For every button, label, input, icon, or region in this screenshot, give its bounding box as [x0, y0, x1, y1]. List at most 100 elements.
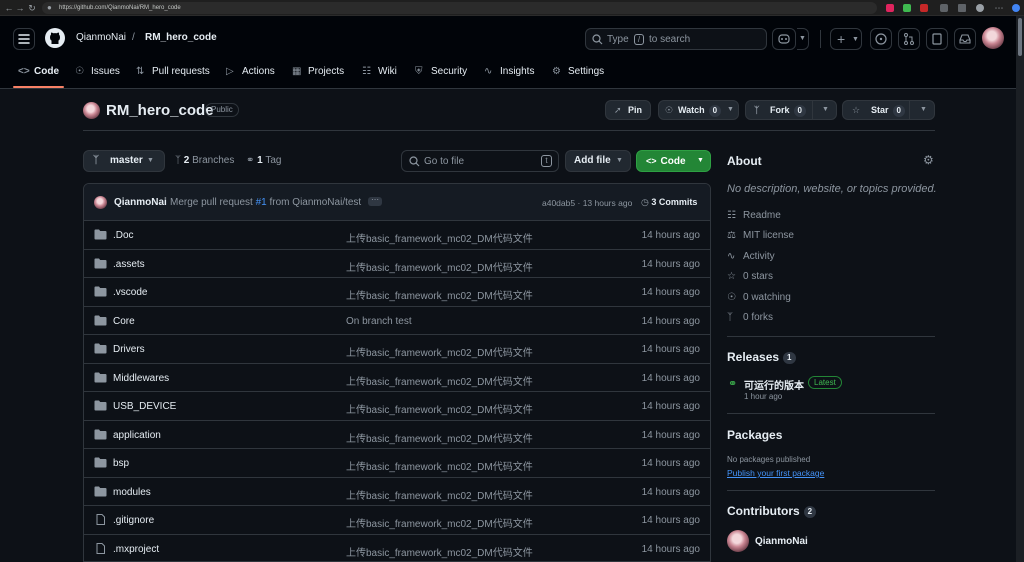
assistant-icon[interactable] [1012, 4, 1020, 12]
file-commit-message[interactable]: 上传basic_framework_mc02_DM代码文件 [346, 259, 533, 274]
copilot-dropdown[interactable]: ▼ [797, 28, 809, 50]
star-dropdown[interactable]: ▼ [909, 100, 935, 120]
release-name[interactable]: 可运行的版本 [744, 377, 804, 392]
watch-button[interactable]: ☉ Watch 0 ▼ [658, 100, 739, 120]
tab-settings[interactable]: ⚙ Settings [552, 65, 604, 79]
contributor-name[interactable]: QianmoNai [755, 536, 808, 547]
file-name[interactable]: Middlewares [113, 373, 169, 384]
reload-icon[interactable]: ↻ [27, 3, 37, 13]
page-scrollbar[interactable] [1016, 16, 1024, 562]
more-icon[interactable]: ⋯ [994, 3, 1004, 13]
star-bookmark-icon[interactable] [958, 4, 966, 12]
pin-button[interactable]: ➚ Pin [605, 100, 651, 120]
contributors-heading[interactable]: Contributors 2 [727, 504, 817, 518]
tab-insights[interactable]: ∿ Insights [484, 65, 534, 79]
releases-heading[interactable]: Releases 1 [727, 350, 796, 364]
issues-button[interactable] [870, 28, 892, 50]
file-commit-message[interactable]: 上传basic_framework_mc02_DM代码文件 [346, 487, 533, 502]
extension-icon[interactable] [920, 4, 928, 12]
about-link[interactable]: ᛉ 0 forks [727, 312, 773, 323]
file-row[interactable]: USB_DEVICE 上传basic_framework_mc02_DM代码文件 1… [84, 392, 710, 421]
file-name[interactable]: .vscode [113, 287, 147, 298]
code-button[interactable]: <> Code ▼ [636, 150, 711, 172]
file-name[interactable]: .gitignore [113, 515, 154, 526]
commit-author[interactable]: QianmoNai [114, 197, 167, 208]
about-link[interactable]: ∿ Activity [727, 251, 775, 262]
file-commit-message[interactable]: 上传basic_framework_mc02_DM代码文件 [346, 287, 533, 302]
branches-link[interactable]: ᛉ 2 Branches [175, 155, 234, 166]
copilot-button[interactable] [772, 28, 796, 50]
about-link[interactable]: ☷ Readme [727, 210, 781, 221]
file-commit-message[interactable]: 上传basic_framework_mc02_DM代码文件 [346, 430, 533, 445]
branch-selector[interactable]: ᛉ master ▼ [83, 150, 165, 172]
extension-icon[interactable] [940, 4, 948, 12]
file-row[interactable]: .vscode 上传basic_framework_mc02_DM代码文件 14 h… [84, 278, 710, 307]
file-row[interactable]: .Doc 上传basic_framework_mc02_DM代码文件 14 hour… [84, 221, 710, 250]
about-link[interactable]: ☉ 0 watching [727, 292, 791, 303]
go-to-file-input[interactable]: Go to file t [401, 150, 559, 172]
commit-pr-link[interactable]: #1 [256, 197, 267, 208]
repo-title[interactable]: RM_hero_code [106, 102, 214, 119]
owner-avatar[interactable] [83, 102, 100, 119]
extension-icon[interactable] [886, 4, 894, 12]
tab-wiki[interactable]: ☷ Wiki [362, 65, 397, 79]
tab-issues[interactable]: ☉ Issues [75, 65, 120, 79]
commit-author-avatar[interactable] [94, 196, 107, 209]
user-avatar[interactable] [982, 27, 1004, 49]
menu-button[interactable] [13, 28, 35, 50]
contributor-avatar[interactable] [727, 530, 749, 552]
tab-projects[interactable]: ▦ Projects [292, 65, 344, 79]
commit-hash-age[interactable]: a40dab5 · 13 hours ago [542, 198, 632, 208]
file-commit-message[interactable]: 上传basic_framework_mc02_DM代码文件 [346, 373, 533, 388]
star-button[interactable]: ☆ Star 0 [842, 100, 910, 120]
expand-commit-button[interactable]: ⋯ [368, 196, 382, 206]
publish-package-link[interactable]: Publish your first package [727, 468, 824, 478]
packages-heading[interactable]: Packages [727, 428, 782, 442]
file-name[interactable]: Drivers [113, 344, 145, 355]
repositories-button[interactable] [926, 28, 948, 50]
file-commit-message[interactable]: 上传basic_framework_mc02_DM代码文件 [346, 515, 533, 530]
file-name[interactable]: .mxproject [113, 544, 159, 555]
commits-link[interactable]: ◷ 3 Commits [641, 197, 697, 208]
forward-icon[interactable]: → [15, 3, 25, 13]
commit-message[interactable]: Merge pull request #1 from QianmoNai/tes… [170, 197, 361, 208]
about-link[interactable]: ☆ 0 stars [727, 271, 773, 282]
extension-icon[interactable] [903, 4, 911, 12]
file-commit-message[interactable]: 上传basic_framework_mc02_DM代码文件 [346, 458, 533, 473]
file-row[interactable]: .mxproject 上传basic_framework_mc02_DM代码文件 1… [84, 535, 710, 562]
profile-icon[interactable] [976, 4, 984, 12]
file-commit-message[interactable]: 上传basic_framework_mc02_DM代码文件 [346, 544, 533, 559]
fork-button[interactable]: ᛉ Fork 0 [745, 100, 813, 120]
tab-actions[interactable]: ▷ Actions [226, 65, 275, 79]
add-file-button[interactable]: Add file ▼ [565, 150, 631, 172]
file-row[interactable]: .gitignore 上传basic_framework_mc02_DM代码文件 1… [84, 506, 710, 535]
file-row[interactable]: bsp 上传basic_framework_mc02_DM代码文件 14 hours… [84, 449, 710, 478]
search-input[interactable]: Type / to search [585, 28, 767, 50]
fork-dropdown[interactable]: ▼ [812, 100, 837, 120]
file-name[interactable]: Core [113, 316, 135, 327]
breadcrumb-repo[interactable]: RM_hero_code [145, 32, 217, 43]
file-row[interactable]: Core On branch test 14 hours ago [84, 307, 710, 335]
file-name[interactable]: bsp [113, 458, 129, 469]
file-commit-message[interactable]: 上传basic_framework_mc02_DM代码文件 [346, 230, 533, 245]
pull-requests-button[interactable] [898, 28, 920, 50]
file-row[interactable]: Drivers 上传basic_framework_mc02_DM代码文件 14 h… [84, 335, 710, 364]
inbox-button[interactable] [954, 28, 976, 50]
file-commit-message[interactable]: 上传basic_framework_mc02_DM代码文件 [346, 401, 533, 416]
tab-code[interactable]: <> Code [18, 65, 59, 79]
file-row[interactable]: Middlewares 上传basic_framework_mc02_DM代码文件… [84, 364, 710, 392]
file-row[interactable]: application 上传basic_framework_mc02_DM代码文件… [84, 421, 710, 449]
breadcrumb-owner[interactable]: QianmoNai [76, 32, 126, 43]
gear-icon[interactable]: ⚙ [923, 153, 934, 167]
file-name[interactable]: modules [113, 487, 151, 498]
about-link[interactable]: ⚖ MIT license [727, 230, 794, 241]
file-name[interactable]: USB_DEVICE [113, 401, 176, 412]
tags-link[interactable]: ⚭ 1 Tag [246, 155, 281, 166]
file-name[interactable]: .assets [113, 259, 145, 270]
file-commit-message[interactable]: On branch test [346, 316, 412, 327]
address-bar[interactable]: ● https://github.com/QianmoNai/RM_hero_c… [42, 2, 877, 14]
file-name[interactable]: .Doc [113, 230, 134, 241]
tab-security[interactable]: ⛨ Security [415, 65, 467, 79]
file-row[interactable]: .assets 上传basic_framework_mc02_DM代码文件 14 h… [84, 250, 710, 278]
back-icon[interactable]: ← [4, 3, 14, 13]
